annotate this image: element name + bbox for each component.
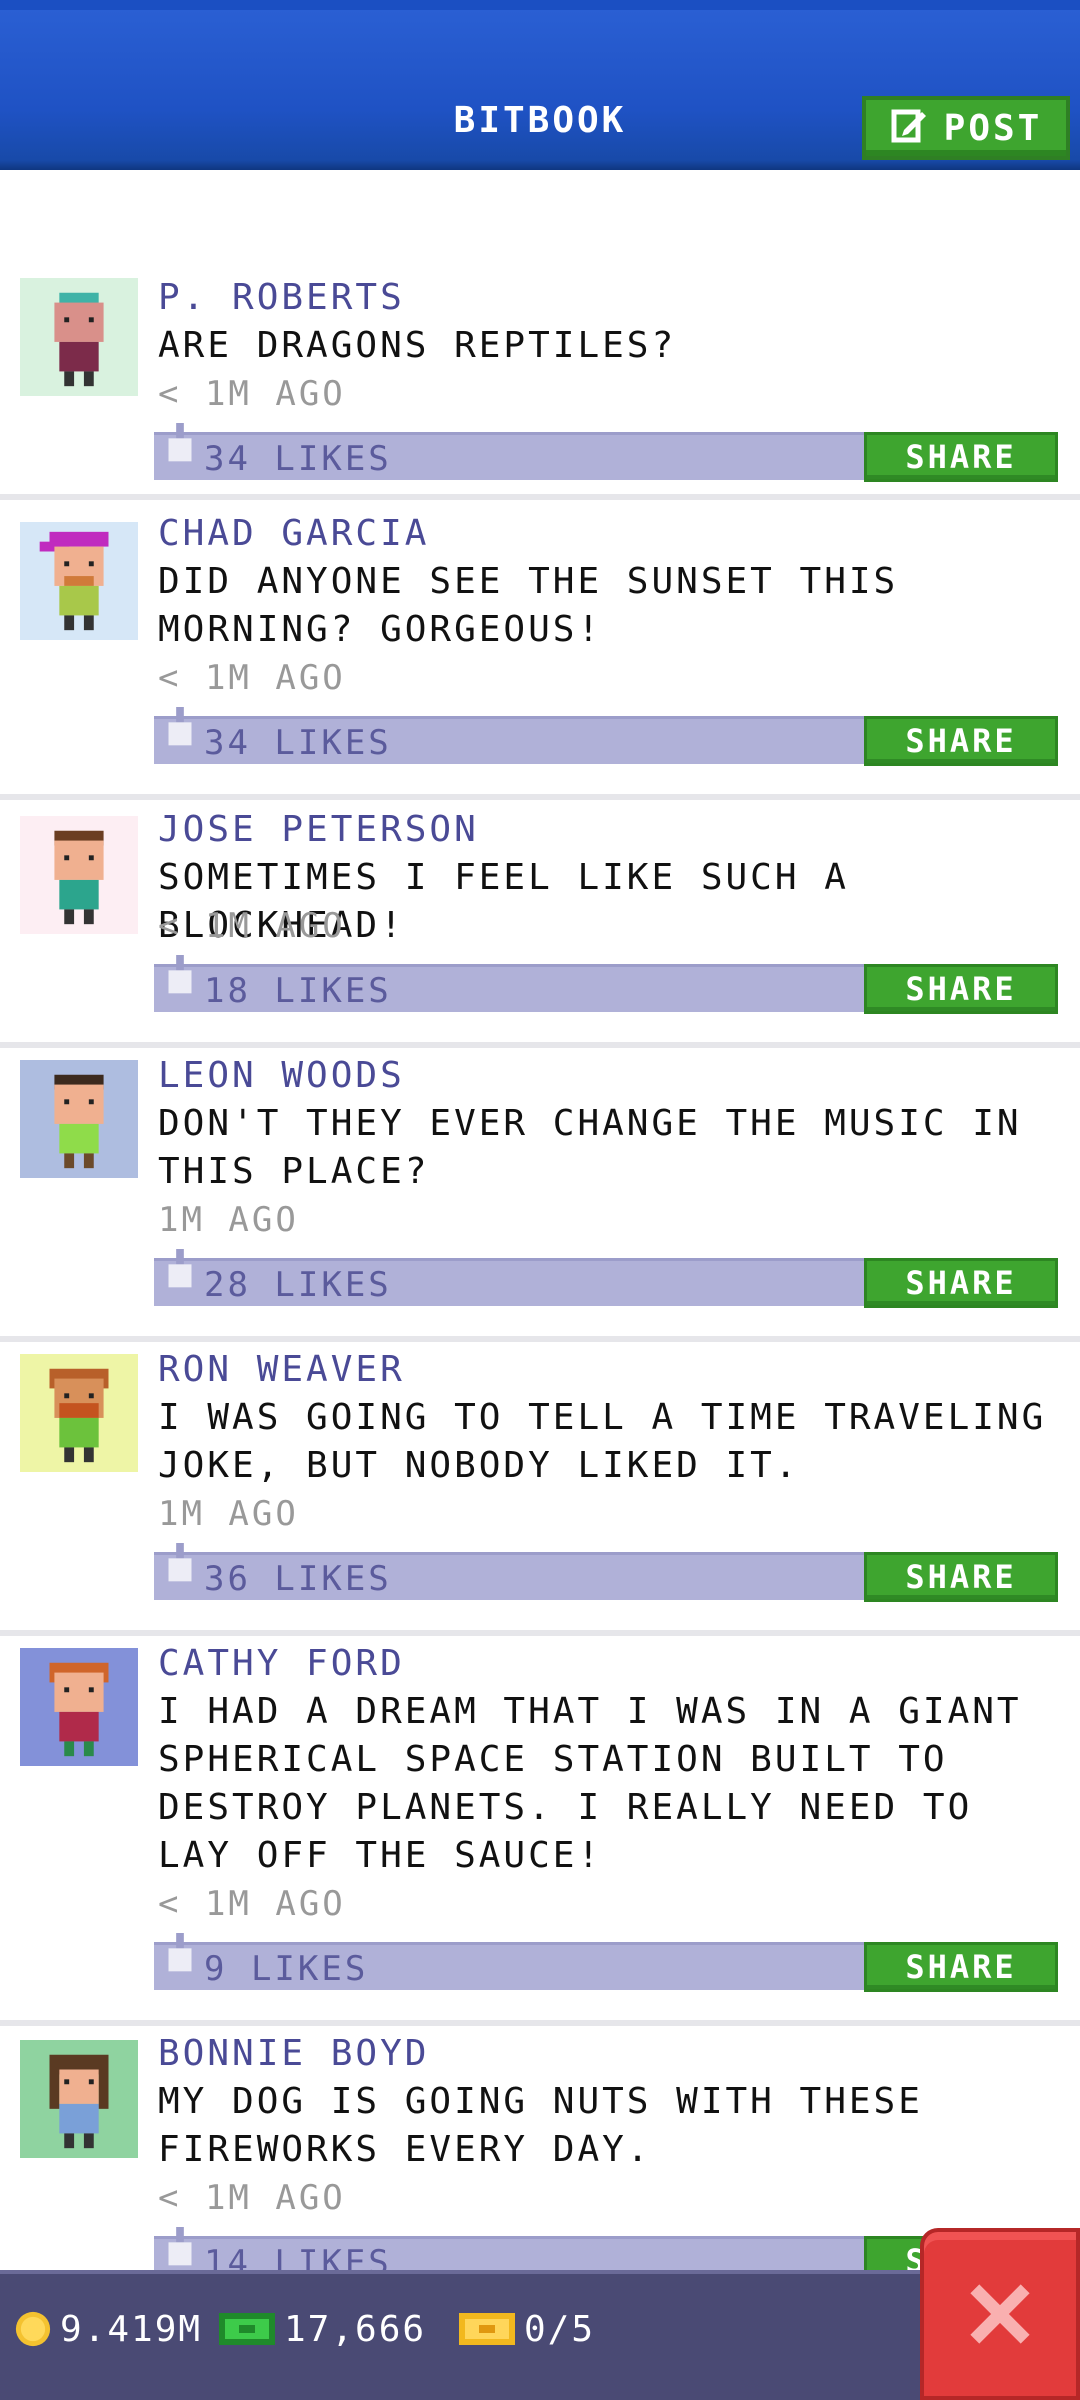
like-count: 36 LIKES — [204, 1559, 392, 1599]
share-button[interactable]: SHARE — [864, 432, 1058, 482]
close-button[interactable] — [920, 2228, 1080, 2400]
post-time: < 1M AGO — [158, 374, 346, 414]
post-message: DON'T THEY EVER CHANGE THE MUSIC IN THIS… — [158, 1103, 1022, 1192]
thumbs-up-icon[interactable] — [164, 423, 196, 469]
post-time: < 1M AGO — [158, 2178, 346, 2218]
avatar[interactable] — [20, 1648, 138, 1766]
post-card: CATHY FORD I HAD A DREAM THAT I WAS IN A… — [0, 1640, 1080, 2026]
post-author[interactable]: JOSE PETERSON — [158, 806, 479, 854]
share-button[interactable]: SHARE — [864, 1552, 1058, 1602]
avatar[interactable] — [20, 816, 138, 934]
post-card: CHAD GARCIA DID ANYONE SEE THE SUNSET TH… — [0, 510, 1080, 800]
like-count: 28 LIKES — [204, 1265, 392, 1305]
avatar[interactable] — [20, 2040, 138, 2158]
thumbs-up-icon[interactable] — [164, 1543, 196, 1589]
post-author[interactable]: RON WEAVER — [158, 1346, 405, 1394]
coin-icon — [15, 2311, 51, 2347]
post-time: 1M AGO — [158, 1200, 299, 1240]
post-time: < 1M AGO — [158, 1884, 346, 1924]
like-bar: 18 LIKES SHARE — [154, 955, 1058, 1014]
feed[interactable]: P. ROBERTS ARE DRAGONS REPTILES? < 1M AG… — [0, 170, 1080, 2270]
post-card: RON WEAVER I WAS GOING TO TELL A TIME TR… — [0, 1346, 1080, 1636]
like-bar: 34 LIKES SHARE — [154, 707, 1058, 766]
like-bar: 28 LIKES SHARE — [154, 1249, 1058, 1308]
post-message: MY DOG IS GOING NUTS WITH THESE FIREWORK… — [158, 2081, 923, 2170]
thumbs-up-icon[interactable] — [164, 707, 196, 753]
divider — [0, 1630, 1080, 1636]
post-author[interactable]: LEON WOODS — [158, 1052, 405, 1100]
divider — [0, 794, 1080, 800]
avatar[interactable] — [20, 1354, 138, 1472]
post-message: ARE DRAGONS REPTILES? — [158, 325, 677, 366]
avatar[interactable] — [20, 278, 138, 396]
post-time: < 1M AGO — [158, 906, 346, 946]
post-card: JOSE PETERSON SOMETIMES I FEEL LIKE SUCH… — [0, 806, 1080, 1048]
divider — [0, 1336, 1080, 1342]
like-count: 18 LIKES — [204, 971, 392, 1011]
post-message: I HAD A DREAM THAT I WAS IN A GIANT SPHE… — [158, 1691, 1022, 1876]
tickets-value: 0/5 — [524, 2308, 596, 2350]
post-card: BONNIE BOYD MY DOG IS GOING NUTS WITH TH… — [0, 2030, 1080, 2270]
like-bar: 36 LIKES SHARE — [154, 1543, 1058, 1602]
post-message: DID ANYONE SEE THE SUNSET THIS MORNING? … — [158, 561, 899, 650]
like-count: 34 LIKES — [204, 723, 392, 763]
bux-value: 17,666 — [284, 2308, 427, 2350]
share-button[interactable]: SHARE — [864, 716, 1058, 766]
thumbs-up-icon[interactable] — [164, 1249, 196, 1295]
ticket-icon — [459, 2313, 515, 2345]
post-time: 1M AGO — [158, 1494, 299, 1534]
thumbs-up-icon[interactable] — [164, 955, 196, 1001]
thumbs-up-icon[interactable] — [164, 2227, 196, 2270]
divider — [0, 2020, 1080, 2026]
post-time: < 1M AGO — [158, 658, 346, 698]
bux-icon — [219, 2313, 275, 2345]
like-count: 9 LIKES — [204, 1949, 369, 1989]
like-bar: 34 LIKES SHARE — [154, 423, 1058, 482]
post-card: LEON WOODS DON'T THEY EVER CHANGE THE MU… — [0, 1052, 1080, 1342]
avatar[interactable] — [20, 522, 138, 640]
coins-stat: 9.419M — [14, 2304, 202, 2354]
top-bar: BITBOOK POST — [0, 0, 1080, 170]
divider — [0, 494, 1080, 500]
divider — [0, 1042, 1080, 1048]
edit-icon — [890, 104, 930, 153]
like-count: 14 LIKES — [204, 2243, 392, 2270]
coins-value: 9.419M — [60, 2308, 203, 2350]
post-author[interactable]: CATHY FORD — [158, 1640, 405, 1688]
close-icon — [970, 2284, 1030, 2344]
share-button[interactable]: SHARE — [864, 964, 1058, 1014]
like-bar: 9 LIKES SHARE — [154, 1933, 1058, 1992]
post-card: P. ROBERTS ARE DRAGONS REPTILES? < 1M AG… — [0, 274, 1080, 500]
tickets-stat: 0/5 — [458, 2304, 595, 2354]
share-button[interactable]: SHARE — [864, 1942, 1058, 1992]
post-author[interactable]: CHAD GARCIA — [158, 510, 429, 558]
thumbs-up-icon[interactable] — [164, 1933, 196, 1979]
post-message: I WAS GOING TO TELL A TIME TRAVELING JOK… — [158, 1397, 1047, 1486]
post-author[interactable]: BONNIE BOYD — [158, 2030, 429, 2078]
like-count: 34 LIKES — [204, 439, 392, 479]
status-bar: 9.419M 17,666 0/5 — [0, 2270, 1080, 2400]
bux-stat: 17,666 — [218, 2304, 426, 2354]
post-label: POST — [943, 107, 1043, 149]
avatar[interactable] — [20, 1060, 138, 1178]
post-author[interactable]: P. ROBERTS — [158, 274, 405, 322]
share-button[interactable]: SHARE — [864, 1258, 1058, 1308]
post-button[interactable]: POST — [862, 96, 1070, 160]
